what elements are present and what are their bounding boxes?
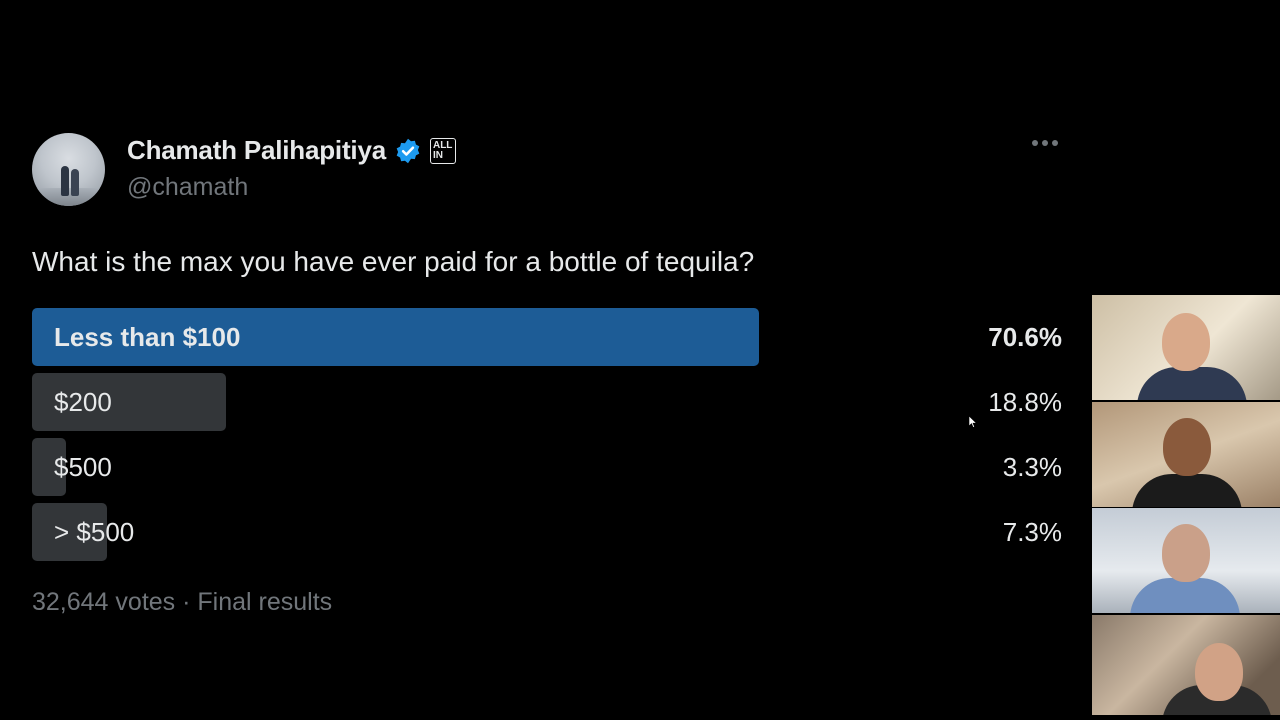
poll-option: $200 18.8% [32, 373, 1062, 431]
author-avatar[interactable] [32, 133, 105, 206]
author-name-row: Chamath Palihapitiya ALL IN [127, 135, 456, 166]
poll-option-percent: 7.3% [1002, 517, 1062, 547]
author-name[interactable]: Chamath Palihapitiya [127, 135, 386, 166]
participant-video-2[interactable] [1092, 402, 1280, 507]
poll-option: > $500 7.3% [32, 503, 1062, 561]
participant-video-3[interactable] [1092, 508, 1280, 613]
mouse-cursor-icon [969, 416, 977, 428]
tweet-question-text: What is the max you have ever paid for a… [32, 246, 755, 277]
author-handle[interactable]: @chamath [127, 173, 248, 202]
badge-line-2: IN [432, 149, 443, 161]
poll-option: $500 3.3% [32, 438, 1062, 496]
verified-badge-icon [394, 137, 422, 165]
poll-option-label: $200 [54, 387, 112, 417]
more-options-icon[interactable] [1032, 133, 1060, 153]
poll-option-label: > $500 [54, 517, 135, 547]
poll-option: Less than $100 70.6% [32, 308, 1062, 366]
poll-option-percent: 3.3% [1002, 452, 1062, 482]
all-in-affiliate-badge[interactable]: ALL IN [429, 137, 456, 164]
poll-option-percent: 18.8% [988, 387, 1062, 417]
badge-line-1: ALL [432, 139, 453, 151]
participant-video-1[interactable] [1092, 295, 1280, 400]
poll-option-percent: 70.6% [988, 322, 1062, 352]
poll-option-label: $500 [54, 452, 112, 482]
participant-video-4[interactable] [1092, 615, 1280, 715]
poll-option-label: Less than $100 [54, 322, 241, 352]
poll-vote-summary: 32,644 votes · Final results [32, 588, 333, 616]
